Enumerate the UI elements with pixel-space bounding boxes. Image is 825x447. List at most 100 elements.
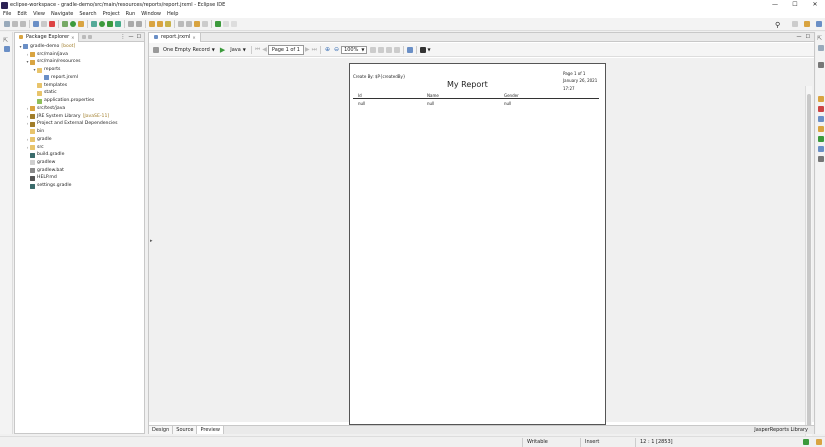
open-type-icon[interactable] — [149, 21, 155, 27]
sync-icon[interactable] — [223, 21, 229, 27]
tree-item[interactable]: templates — [15, 82, 144, 90]
menu-search[interactable]: Search — [76, 10, 99, 18]
tab-package-explorer[interactable]: Package Explorer ✕ — [15, 32, 79, 42]
close-icon[interactable]: ✕ — [192, 33, 195, 42]
next-page-icon[interactable]: ▶ — [305, 46, 310, 53]
restore-icon[interactable]: ⇱ — [817, 35, 822, 42]
server-icon[interactable] — [78, 21, 84, 27]
view-menu-icon[interactable]: ⋮ — [121, 34, 126, 40]
menu-file[interactable]: File — [0, 10, 14, 18]
tree-item[interactable]: ▾ gradle-demo [boot] — [15, 43, 144, 51]
tree-item[interactable]: › src/test/java — [15, 105, 144, 113]
data-adapter-icon[interactable] — [153, 46, 159, 53]
javadoc-icon[interactable] — [818, 126, 824, 132]
coverage-icon[interactable] — [107, 21, 113, 27]
menu-navigate[interactable]: Navigate — [48, 10, 76, 18]
close-icon[interactable]: ✕ — [71, 33, 74, 42]
maximize-icon[interactable]: ☐ — [785, 0, 805, 9]
chevron-down-icon[interactable]: ▼ — [427, 47, 430, 52]
vertical-scrollbar[interactable] — [805, 86, 812, 446]
minimize-icon[interactable]: — — [765, 0, 785, 9]
new-package-icon[interactable] — [136, 21, 142, 27]
menu-window[interactable]: Window — [138, 10, 164, 18]
tree-item[interactable]: ▾ reports — [15, 66, 144, 74]
new-icon[interactable] — [4, 21, 10, 27]
search-icon[interactable]: ⚲ — [775, 21, 780, 29]
tab-design[interactable]: Design — [149, 426, 174, 434]
menu-help[interactable]: Help — [164, 10, 181, 18]
first-page-icon[interactable]: ⏮ — [255, 46, 260, 54]
zoom-out-icon[interactable]: ⊖ — [334, 46, 339, 53]
run-report-icon[interactable]: ▶ — [220, 46, 225, 54]
collapse-all-icon[interactable] — [81, 35, 86, 39]
run-icon[interactable] — [99, 21, 105, 27]
previous-page-icon[interactable]: ◀ — [262, 46, 267, 53]
notifications-icon[interactable] — [816, 439, 822, 445]
tree-item[interactable]: build.gradle — [15, 151, 144, 159]
tree-item[interactable]: application.properties — [15, 97, 144, 105]
tree-item[interactable]: › gradle — [15, 136, 144, 144]
menu-project[interactable]: Project — [100, 10, 123, 18]
console-icon[interactable] — [41, 21, 47, 27]
data-adapter-select[interactable]: One Empty Record ▼ — [160, 47, 218, 53]
properties-icon[interactable] — [818, 96, 824, 102]
jasper-perspective-icon[interactable] — [816, 21, 822, 27]
search-view-icon[interactable] — [818, 146, 824, 152]
pin-editor-icon[interactable] — [215, 21, 221, 27]
task-list-icon[interactable] — [818, 62, 824, 68]
menu-view[interactable]: View — [30, 10, 48, 18]
fit-width-icon[interactable] — [386, 46, 393, 53]
forward-icon[interactable] — [202, 21, 208, 27]
zoom-select[interactable]: 100% ▼ — [341, 45, 368, 54]
tree-item[interactable]: › Project and External Dependencies — [15, 120, 144, 128]
close-icon[interactable]: ✕ — [805, 0, 825, 9]
search-tool-icon[interactable] — [165, 21, 171, 27]
tree-item[interactable]: bin — [15, 128, 144, 136]
console-view-icon[interactable] — [818, 116, 824, 122]
tree-item[interactable]: gradlew.bat — [15, 167, 144, 175]
tree-item[interactable]: › src/main/java — [15, 51, 144, 59]
scroll-thumb[interactable] — [807, 94, 811, 434]
external-tools-icon[interactable] — [115, 21, 121, 27]
zoom-in-icon[interactable]: ⊕ — [325, 46, 330, 53]
previous-annotation-icon[interactable] — [186, 21, 192, 27]
next-annotation-icon[interactable] — [178, 21, 184, 27]
tree-item[interactable]: › JRE System Library [JavaSE-11] — [15, 113, 144, 121]
tree-item[interactable]: static — [15, 89, 144, 97]
tree-item[interactable]: gradlew — [15, 159, 144, 167]
menu-run[interactable]: Run — [123, 10, 139, 18]
outline-icon[interactable] — [818, 45, 824, 51]
preview-mode-icon[interactable] — [407, 46, 414, 53]
minimize-view-icon[interactable]: — — [129, 34, 134, 40]
refresh-icon[interactable] — [231, 21, 237, 27]
tab-report-jrxml[interactable]: report.jrxml ✕ — [149, 32, 201, 42]
tab-source[interactable]: Source — [173, 426, 198, 434]
restore-icon[interactable]: ⇱ — [3, 37, 8, 44]
progress-icon[interactable] — [818, 136, 824, 142]
updates-icon[interactable] — [803, 439, 809, 445]
skip-breakpoints-icon[interactable] — [49, 21, 55, 27]
last-page-icon[interactable]: ⏭ — [312, 46, 317, 54]
back-icon[interactable] — [194, 21, 200, 27]
open-task-icon[interactable] — [157, 21, 163, 27]
debug-icon[interactable] — [91, 21, 97, 27]
actual-size-icon[interactable] — [370, 46, 377, 53]
open-terminal-icon[interactable] — [33, 21, 39, 27]
problems-icon[interactable] — [818, 106, 824, 112]
tree-item[interactable]: report.jrxml — [15, 74, 144, 82]
save-all-icon[interactable] — [20, 21, 26, 27]
java-perspective-icon[interactable] — [804, 21, 810, 27]
hierarchy-icon[interactable] — [4, 46, 10, 52]
fit-height-icon[interactable] — [394, 46, 401, 53]
tab-preview[interactable]: Preview — [197, 426, 224, 434]
spring-boot-icon[interactable] — [70, 21, 76, 27]
language-select[interactable]: Java ▼ — [227, 47, 249, 53]
build-icon[interactable] — [62, 21, 68, 27]
expand-arrow-icon[interactable]: ▸ — [150, 238, 153, 244]
new-java-class-icon[interactable] — [128, 21, 134, 27]
fit-page-icon[interactable] — [378, 46, 385, 53]
save-icon[interactable] — [12, 21, 18, 27]
tree-item[interactable]: ▾ src/main/resources — [15, 58, 144, 66]
link-editor-icon[interactable] — [87, 35, 92, 39]
export-save-icon[interactable] — [420, 46, 427, 53]
